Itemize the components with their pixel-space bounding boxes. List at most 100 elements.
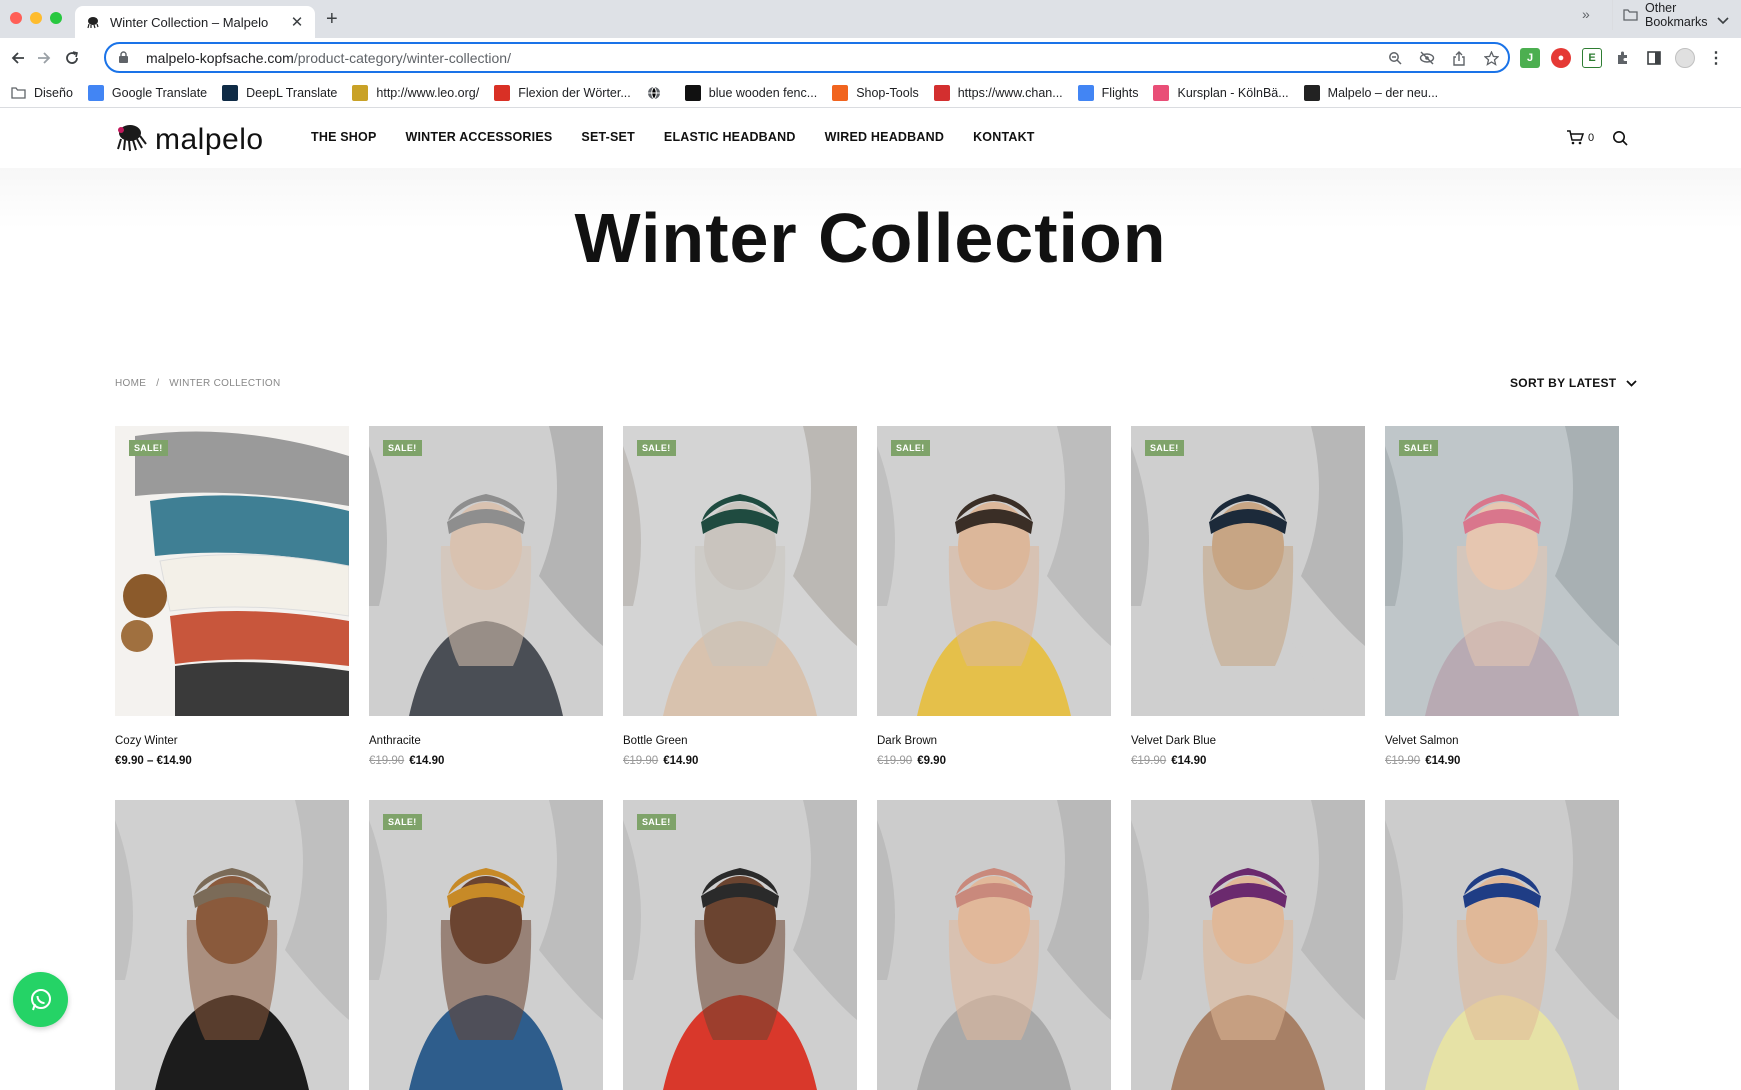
product-image[interactable]: SALE!	[369, 800, 603, 1090]
product-image[interactable]	[1131, 800, 1365, 1090]
bookmark-item[interactable]: Malpelo – der neu...	[1303, 84, 1438, 101]
minimize-window-button[interactable]	[30, 12, 42, 24]
side-panel-icon[interactable]	[1644, 48, 1664, 68]
product-image[interactable]: SALE!	[623, 800, 857, 1090]
more-bookmarks-chevron-icon[interactable]: »	[1582, 6, 1590, 22]
sale-badge: SALE!	[891, 440, 930, 456]
bookmark-star-icon[interactable]	[1482, 49, 1500, 67]
product-card[interactable]	[1385, 800, 1619, 1090]
sale-price: €14.90	[409, 755, 445, 767]
bookmark-item[interactable]: Kursplan - KölnBä...	[1153, 84, 1289, 101]
original-price: €19.90	[369, 755, 405, 767]
product-image[interactable]	[1385, 800, 1619, 1090]
bookmark-item[interactable]	[646, 85, 670, 101]
new-tab-button[interactable]: +	[326, 9, 338, 29]
nav-wired-headband[interactable]: WIRED HEADBAND	[825, 130, 944, 144]
share-icon[interactable]	[1450, 49, 1468, 67]
site-logo[interactable]: malpelo	[115, 122, 264, 157]
product-image[interactable]: SALE!	[877, 426, 1111, 716]
other-bookmarks-folder[interactable]: Other Bookmarks	[1612, 0, 1741, 30]
forward-arrow-icon[interactable]	[34, 48, 54, 68]
product-name[interactable]: Dark Brown	[877, 735, 1111, 747]
tab-title: Winter Collection – Malpelo	[110, 14, 269, 30]
bookmark-label: Diseño	[34, 85, 73, 100]
bookmark-item[interactable]: Shop-Tools	[832, 84, 919, 101]
bookmark-item[interactable]: https://www.chan...	[933, 84, 1063, 101]
sale-badge: SALE!	[383, 440, 422, 456]
close-window-button[interactable]	[10, 12, 22, 24]
bookmark-item[interactable]: Google Translate	[87, 84, 207, 101]
close-tab-icon[interactable]: ✕	[289, 13, 305, 31]
breadcrumb-current: WINTER COLLECTION	[169, 378, 281, 389]
product-card[interactable]	[115, 800, 349, 1090]
bookmark-label: Shop-Tools	[856, 85, 919, 100]
zoom-icon[interactable]	[1386, 49, 1404, 67]
globe-icon	[646, 85, 662, 101]
product-image[interactable]	[115, 800, 349, 1090]
cart-button[interactable]: 0	[1566, 130, 1594, 145]
extension-e-icon[interactable]: E	[1582, 48, 1602, 68]
folder-icon	[10, 85, 26, 101]
bookmark-item[interactable]: blue wooden fenc...	[684, 84, 817, 101]
product-card[interactable]	[1131, 800, 1365, 1090]
reload-icon[interactable]	[62, 48, 82, 68]
nav-kontakt[interactable]: KONTAKT	[973, 130, 1035, 144]
eye-off-icon[interactable]	[1418, 49, 1436, 67]
product-image[interactable]: SALE!	[115, 426, 349, 716]
search-icon[interactable]	[1612, 130, 1628, 151]
product-card[interactable]: SALE!	[623, 800, 857, 1090]
breadcrumb-home[interactable]: HOME	[115, 378, 146, 389]
leo-icon	[352, 84, 369, 101]
bookmark-label: Flights	[1101, 85, 1139, 100]
product-image[interactable]: SALE!	[623, 426, 857, 716]
sale-badge: SALE!	[383, 814, 422, 830]
product-price: €19.90 €14.90	[1385, 755, 1619, 767]
product-name[interactable]: Cozy Winter	[115, 735, 349, 747]
product-card[interactable]: SALE! Bottle Green €19.90 €14.90	[623, 426, 857, 767]
product-image[interactable]: SALE!	[1131, 426, 1365, 716]
sort-dropdown[interactable]: SORT BY LATEST	[1510, 376, 1638, 390]
product-image[interactable]	[877, 800, 1111, 1090]
product-card[interactable]: SALE! Anthracite €19.90 €14.90	[369, 426, 603, 767]
bookmark-item[interactable]: Diseño	[10, 85, 73, 101]
logo-text: malpelo	[155, 122, 264, 156]
product-card[interactable]: SALE!	[369, 800, 603, 1090]
extensions-puzzle-icon[interactable]	[1613, 48, 1633, 68]
extension-green-icon[interactable]: J	[1520, 48, 1540, 68]
product-image[interactable]: SALE!	[1385, 426, 1619, 716]
browser-toolbar: malpelo-kopfsache.com/product-category/w…	[0, 38, 1741, 78]
lock-icon[interactable]	[118, 51, 132, 65]
cart-icon	[1566, 130, 1584, 145]
maximize-window-button[interactable]	[50, 12, 62, 24]
product-card[interactable]: SALE! Cozy Winter €9.90 – €14.90	[115, 426, 349, 767]
product-name[interactable]: Velvet Dark Blue	[1131, 735, 1365, 747]
nav-elastic-headband[interactable]: ELASTIC HEADBAND	[664, 130, 796, 144]
sale-badge: SALE!	[637, 440, 676, 456]
bookmark-item[interactable]: DeepL Translate	[222, 84, 337, 101]
bookmark-item[interactable]: Flights	[1077, 84, 1139, 101]
product-card[interactable]: SALE! Dark Brown €19.90 €9.90	[877, 426, 1111, 767]
adblock-icon[interactable]: ●	[1551, 48, 1571, 68]
product-name[interactable]: Velvet Salmon	[1385, 735, 1619, 747]
product-name[interactable]: Bottle Green	[623, 735, 857, 747]
product-card[interactable]: SALE! Velvet Salmon €19.90 €14.90	[1385, 426, 1619, 767]
bookmark-item[interactable]: Flexion der Wörter...	[494, 84, 631, 101]
product-image[interactable]: SALE!	[369, 426, 603, 716]
whatsapp-chat-button[interactable]	[13, 972, 68, 1027]
url-text[interactable]: malpelo-kopfsache.com/product-category/w…	[146, 50, 511, 66]
page-hero: Winter Collection	[0, 168, 1741, 348]
product-card[interactable]: SALE! Velvet Dark Blue €19.90 €14.90	[1131, 426, 1365, 767]
profile-avatar-icon[interactable]	[1675, 48, 1695, 68]
browser-tab-active[interactable]: Winter Collection – Malpelo ✕	[75, 6, 315, 38]
nav-the-shop[interactable]: THE SHOP	[311, 130, 377, 144]
browser-menu-icon[interactable]: ⋮	[1706, 48, 1726, 68]
sale-price: €14.90	[1425, 755, 1461, 767]
kursplan-icon	[1153, 84, 1170, 101]
nav-set-set[interactable]: SET-SET	[581, 130, 635, 144]
nav-winter-accessories[interactable]: WINTER ACCESSORIES	[406, 130, 553, 144]
product-name[interactable]: Anthracite	[369, 735, 603, 747]
product-card[interactable]	[877, 800, 1111, 1090]
address-bar[interactable]: malpelo-kopfsache.com/product-category/w…	[104, 42, 1510, 73]
back-arrow-icon[interactable]	[8, 48, 28, 68]
bookmark-item[interactable]: http://www.leo.org/	[352, 84, 479, 101]
